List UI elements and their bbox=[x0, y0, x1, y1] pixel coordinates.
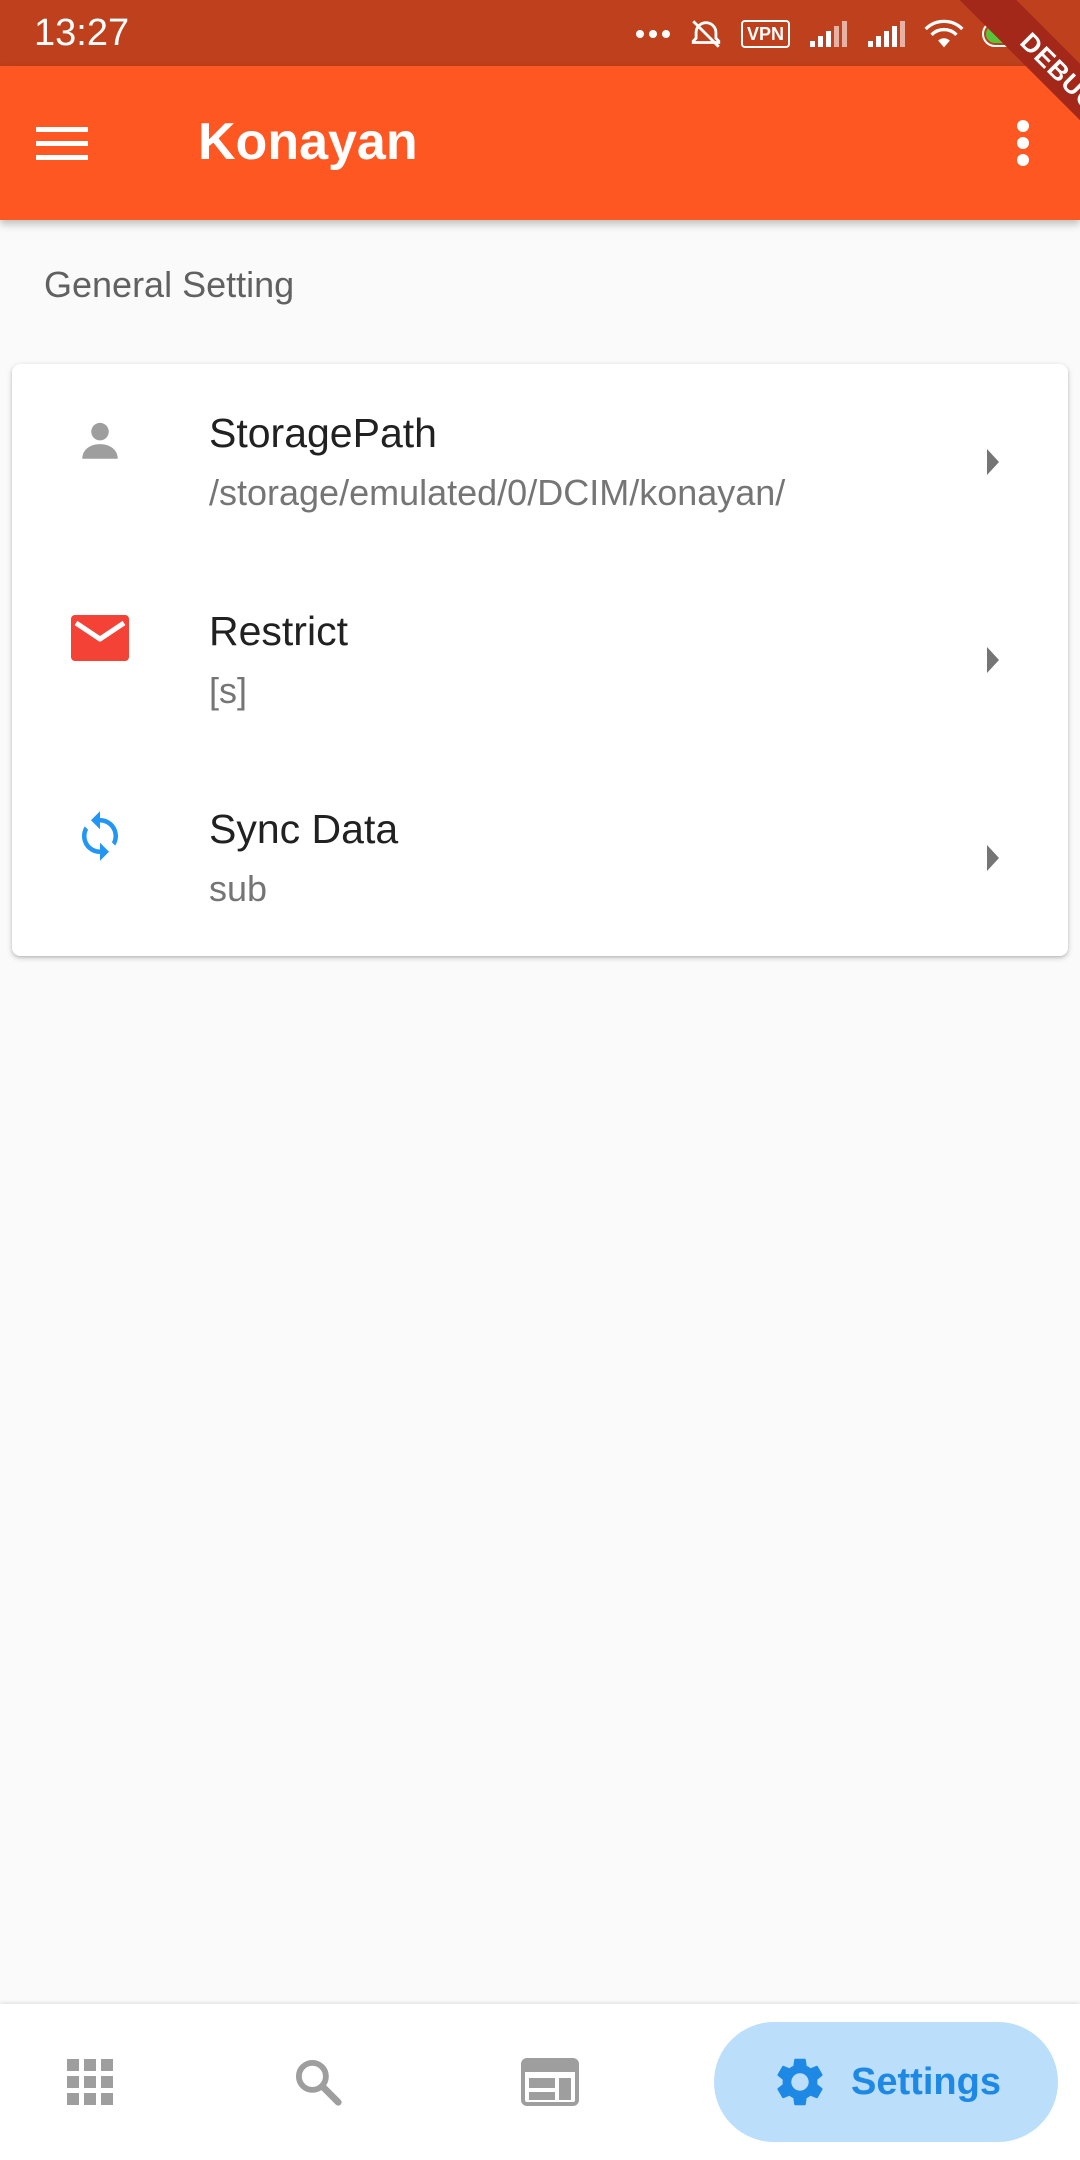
setting-subtitle: /storage/emulated/0/DCIM/konayan/ bbox=[209, 472, 786, 513]
nav-search-button[interactable] bbox=[268, 2004, 368, 2160]
alarm-off-icon bbox=[689, 17, 723, 51]
grid-icon bbox=[67, 2059, 113, 2105]
status-time: 13:27 bbox=[34, 12, 130, 54]
wifi-icon bbox=[924, 19, 964, 49]
chevron-right-icon bbox=[978, 442, 1008, 482]
app-title: Konayan bbox=[198, 113, 418, 171]
setting-row-sync-data[interactable]: Sync Data sub bbox=[12, 760, 1068, 958]
nav-grid-button[interactable] bbox=[40, 2004, 140, 2160]
setting-title: StoragePath bbox=[209, 410, 437, 456]
web-icon bbox=[521, 2058, 579, 2106]
setting-subtitle: sub bbox=[209, 868, 268, 909]
app-bar: Konayan bbox=[0, 66, 1080, 220]
more-vert-icon bbox=[1017, 120, 1029, 166]
nav-settings-button[interactable]: Settings bbox=[714, 2022, 1058, 2142]
status-bar: 13:27 VPN 85 bbox=[0, 0, 1080, 66]
mail-icon bbox=[56, 594, 144, 682]
setting-row-restrict[interactable]: Restrict [s] bbox=[12, 562, 1068, 760]
section-header: General Setting bbox=[44, 264, 295, 305]
nav-web-button[interactable] bbox=[500, 2004, 600, 2160]
setting-subtitle: [s] bbox=[209, 670, 248, 711]
sync-icon bbox=[56, 792, 144, 880]
status-icons: VPN 85 bbox=[635, 14, 1044, 54]
setting-title: Restrict bbox=[209, 608, 348, 654]
menu-button[interactable] bbox=[36, 110, 116, 176]
more-options-button[interactable] bbox=[1008, 110, 1038, 176]
search-icon bbox=[295, 2059, 342, 2106]
signal-icon bbox=[808, 19, 848, 49]
settings-card: StoragePath /storage/emulated/0/DCIM/kon… bbox=[12, 364, 1068, 956]
settings-icon bbox=[777, 2058, 823, 2106]
chevron-right-icon bbox=[978, 640, 1008, 680]
person-icon bbox=[56, 396, 144, 484]
menu-icon bbox=[36, 127, 88, 160]
chevron-right-icon bbox=[978, 838, 1008, 878]
setting-row-storage-path[interactable]: StoragePath /storage/emulated/0/DCIM/kon… bbox=[12, 364, 1068, 562]
signal-icon-2 bbox=[866, 19, 906, 49]
setting-title: Sync Data bbox=[209, 806, 399, 852]
more-notifications-icon bbox=[635, 29, 671, 39]
bottom-navigation: Settings bbox=[0, 2004, 1080, 2160]
battery-level: 85 bbox=[998, 24, 1020, 44]
battery-icon: 85 bbox=[982, 21, 1044, 47]
vpn-badge: VPN bbox=[740, 20, 790, 48]
nav-settings-label: Settings bbox=[851, 2060, 1001, 2103]
